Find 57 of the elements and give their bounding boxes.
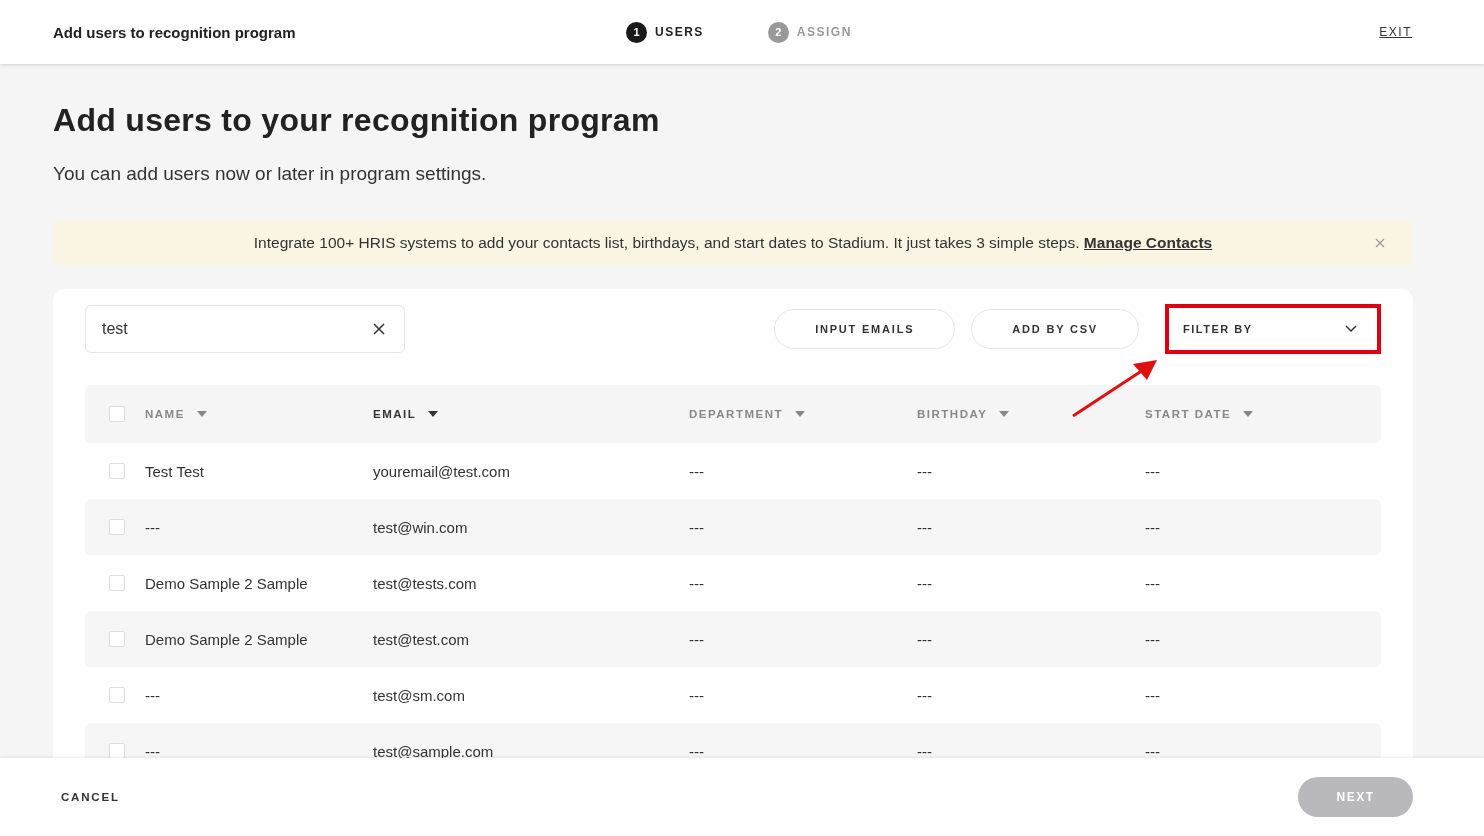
step-label: USERS [655,25,704,39]
page-subheading: You can add users now or later in program settings. [53,163,488,185]
action-button[interactable]: ADD BY CSV [971,309,1139,349]
row-checkbox[interactable] [109,743,125,759]
page-title: Add users to recognition program [53,23,297,41]
close-icon[interactable] [1375,238,1385,248]
filter-dropdown[interactable]: FILTER BY [1165,304,1381,354]
sort-caret-icon[interactable] [428,411,439,417]
table-cell: --- [145,742,160,760]
table-cell: --- [689,686,704,704]
column-header[interactable]: EMAIL [373,408,417,420]
page-heading: Add users to your recognition program [53,102,661,139]
table-cell: --- [917,518,932,536]
step-number: 2 [767,21,789,43]
table-cell: --- [1145,462,1160,480]
table-cell: --- [1145,518,1160,536]
table-cell: --- [1145,574,1160,592]
table-cell: --- [1145,630,1160,648]
select-all-checkbox[interactable] [109,406,125,422]
chevron-icon [1345,325,1357,333]
table-cell: --- [1145,686,1160,704]
cancel-button[interactable]: CANCEL [61,791,120,803]
step-number: 1 [626,21,647,43]
step-label: ASSIGN [796,25,852,39]
table-cell: youremail@test.com [373,462,510,480]
table-cell: --- [145,686,160,704]
table-cell: --- [689,462,704,480]
table-cell: --- [917,686,932,704]
table-cell: --- [689,574,704,592]
table-cell: test@sample.com [373,742,494,760]
table-cell: --- [689,630,704,648]
table-cell: Demo Sample 2 Sample [145,630,308,648]
row-checkbox[interactable] [109,519,125,535]
exit-link[interactable]: EXIT [1379,25,1412,39]
table-cell: --- [145,518,160,536]
table-cell: --- [917,574,932,592]
table-cell: Test Test [145,462,204,480]
search-field[interactable]: test [85,305,405,353]
clear-icon[interactable] [373,323,385,335]
table-cell: --- [689,742,704,760]
table-cell: --- [917,742,932,760]
banner-text: Integrate 100+ HRIS systems to add your contacts list, birthdays, and start dates to Stadium. It just takes 3 simple steps. Manage Contacts [253,234,1213,252]
row-checkbox[interactable] [109,687,125,703]
row-checkbox[interactable] [109,631,125,647]
table-cell: --- [917,462,932,480]
manage-contacts-link[interactable]: Manage Contacts [1083,234,1213,251]
table-cell: --- [689,518,704,536]
table-cell: Demo Sample 2 Sample [145,574,308,592]
table-cell: test@sm.com [373,686,465,704]
table-cell: test@tests.com [373,574,477,592]
table-cell: test@win.com [373,518,468,536]
action-button[interactable]: INPUT EMAILS [774,309,956,349]
table-cell: test@test.com [373,630,470,648]
table-cell: --- [1145,742,1160,760]
table-cell: --- [917,630,932,648]
row-checkbox[interactable] [109,575,125,591]
row-checkbox[interactable] [109,463,125,479]
